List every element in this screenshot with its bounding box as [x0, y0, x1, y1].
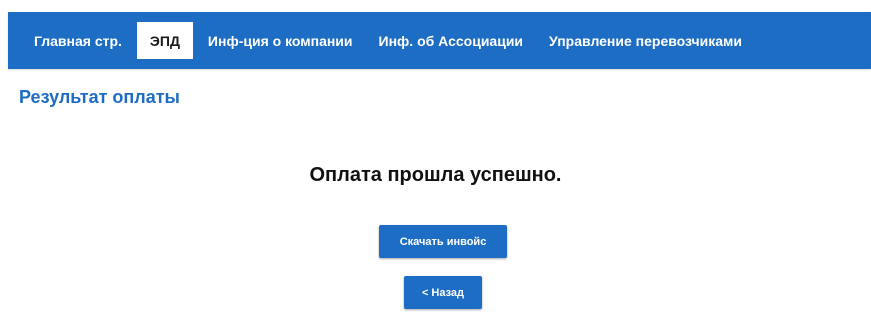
top-navigation-bar: Главная стр. ЭПД Инф-ция о компании Инф.…: [8, 12, 871, 69]
page-title: Результат оплаты: [19, 87, 180, 107]
download-invoice-button[interactable]: Скачать инвойс: [379, 225, 507, 258]
main-nav: Главная стр. ЭПД Инф-ция о компании Инф.…: [21, 22, 755, 59]
nav-item-carrier-management[interactable]: Управление перевозчиками: [536, 22, 755, 59]
nav-item-epd[interactable]: ЭПД: [136, 22, 193, 59]
payment-success-message: Оплата прошла успешно.: [309, 164, 562, 186]
back-button[interactable]: < Назад: [404, 276, 482, 309]
nav-item-company-info[interactable]: Инф-ция о компании: [195, 22, 366, 59]
nav-item-home[interactable]: Главная стр.: [21, 22, 135, 59]
nav-item-association-info[interactable]: Инф. об Ассоциации: [366, 22, 537, 59]
